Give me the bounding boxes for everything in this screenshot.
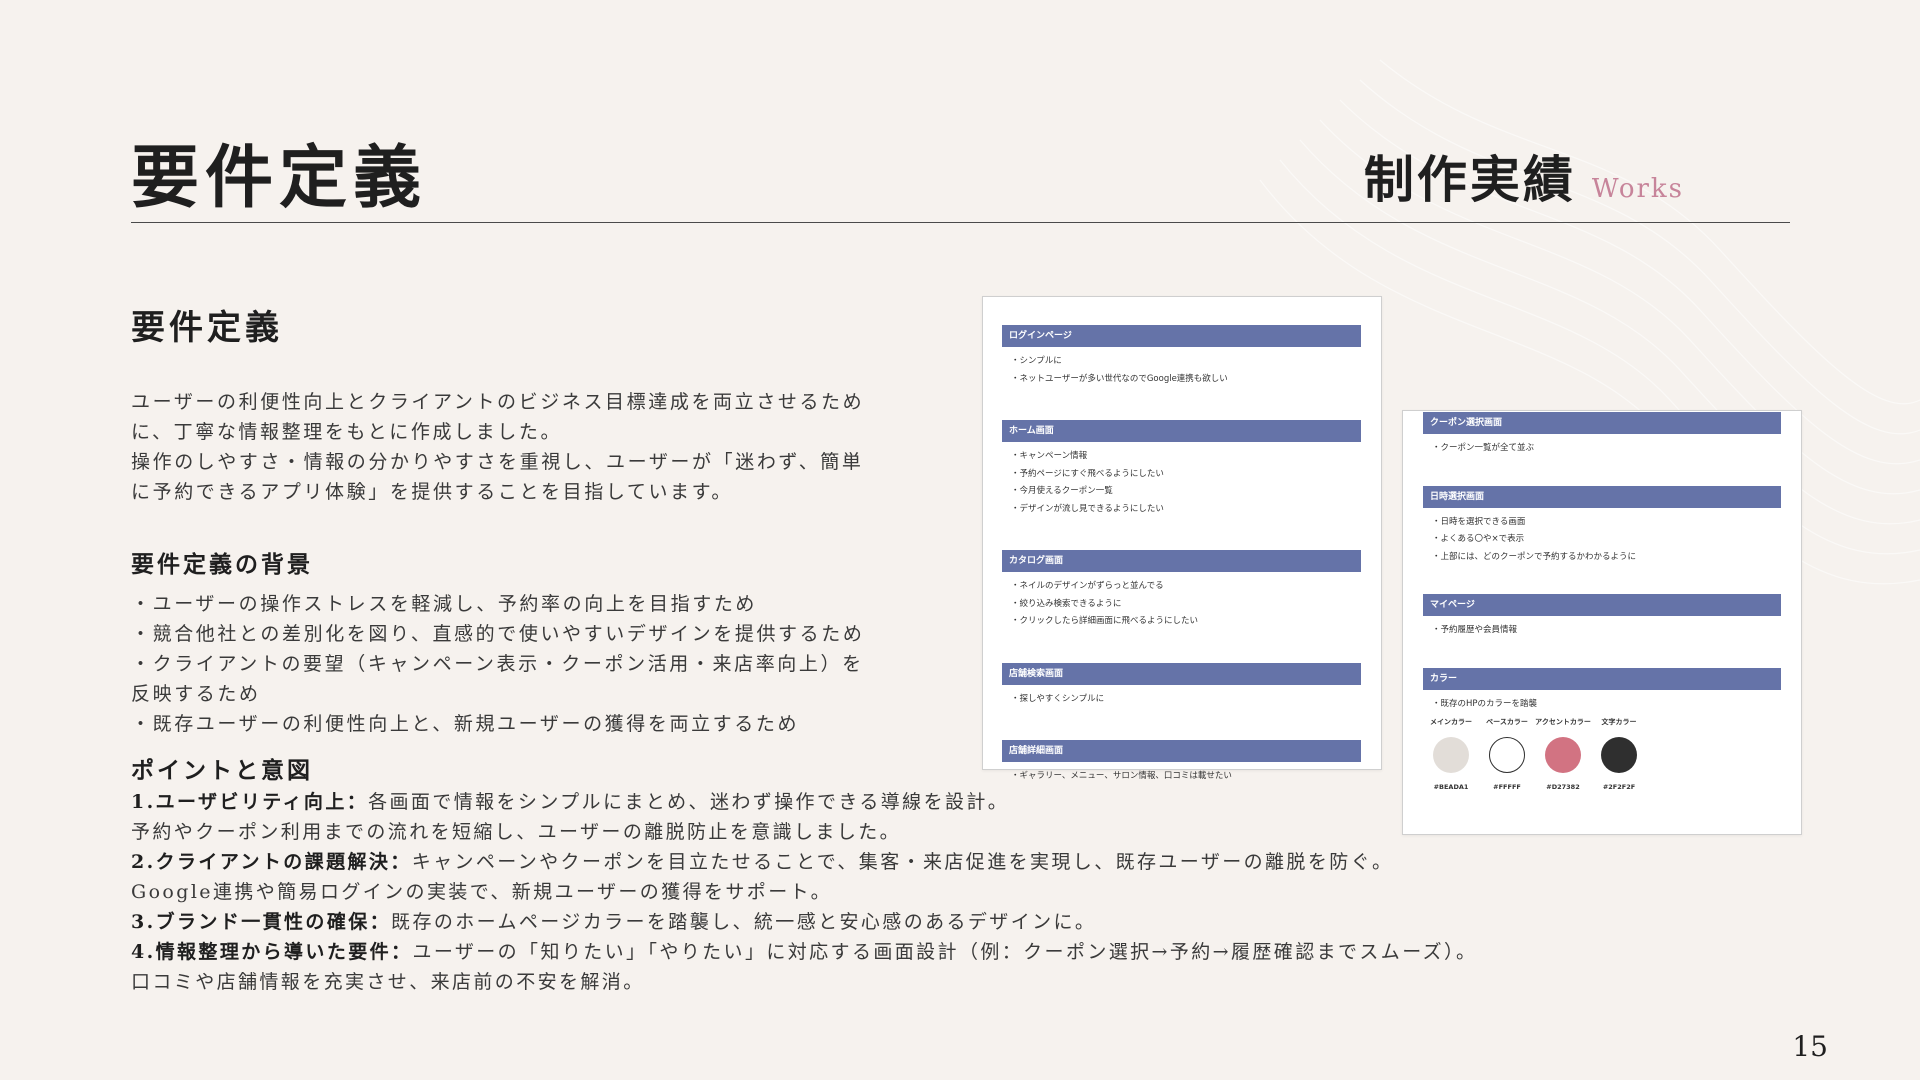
spec-item: ・よくある〇や×で表示 — [1432, 534, 1525, 544]
color-swatch: メインカラー #BEADA1 — [1430, 717, 1472, 791]
spec-item: ・予約履歴や会員情報 — [1432, 625, 1518, 635]
background-item: 反映するため — [131, 683, 261, 705]
swatch-label: アクセントカラー — [1535, 718, 1591, 726]
spec-section: 店舗検索画面 ・探しやすくシンプルに — [1002, 662, 1361, 709]
spec-item: ・絞り込み検索できるように — [1011, 598, 1122, 609]
color-swatch: ベースカラー #FFFFF — [1486, 717, 1528, 791]
section-tag: 制作実績 Works — [1364, 140, 1684, 212]
spec-item: ・上部には、どのクーポンで予約するかわかるように — [1432, 551, 1637, 562]
spec-item: ・今月使えるクーポン一覧 — [1011, 486, 1113, 496]
spec-section: 店舗詳細画面 ・ギャラリー、メニュー、サロン情報、口コミは載せたい — [1002, 740, 1361, 786]
spec-card-screens-colors: クーポン選択画面 ・クーポン一覧が全て並ぶ 日時選択画面 ・日時を選択できる画面… — [1402, 410, 1802, 835]
intro-paragraph: ユーザーの利便性向上とクライアントのビジネス目標達成を両立させるため に、丁寧な… — [131, 387, 891, 507]
swatch-hex: #D27382 — [1546, 783, 1580, 791]
color-swatches: メインカラー #BEADA1 ベースカラー #FFFFF アクセントカラー #D… — [1423, 717, 1781, 791]
swatch-label: メインカラー — [1430, 718, 1472, 726]
spec-section-title: 店舗検索画面 — [1002, 662, 1361, 685]
intro-line: に、丁寧な情報整理をもとに作成しました。 — [131, 421, 563, 443]
spec-section-title: カラー — [1423, 667, 1781, 690]
spec-item: ・ネイルのデザインがずらっと並んでる — [1011, 581, 1164, 591]
background-item: ・競合他社との差別化を図り、直感的で使いやすいデザインを提供するため — [131, 623, 865, 645]
swatch-dot — [1433, 737, 1469, 773]
point-line: 口コミや店舗情報を充実させ、来店前の不安を解消。 — [131, 971, 645, 993]
spec-section: クーポン選択画面 ・クーポン一覧が全て並ぶ — [1423, 412, 1781, 458]
background-item: ・クライアントの要望（キャンペーン表示・クーポン活用・来店率向上）を — [131, 653, 864, 675]
spec-item: ・ネットユーザーが多い世代なのでGoogle連携も欲しい — [1011, 373, 1228, 384]
swatch-dot — [1545, 737, 1581, 773]
spec-section-title: ホーム画面 — [1002, 420, 1361, 442]
spec-item: ・シンプルに — [1011, 356, 1062, 366]
spec-section: ホーム画面 ・キャンペーン情報 ・予約ページにすぐ飛べるようにしたい ・今月使え… — [1002, 420, 1361, 518]
background-heading: 要件定義の背景 — [131, 551, 313, 578]
intro-line: に予約できるアプリ体験」を提供することを目指しています。 — [131, 481, 733, 503]
intro-line: ユーザーの利便性向上とクライアントのビジネス目標達成を両立させるため — [131, 391, 865, 413]
swatch-label: 文字カラー — [1601, 718, 1637, 726]
page-number: 15 — [1792, 1030, 1828, 1063]
spec-section-title: 店舗詳細画面 — [1002, 740, 1361, 762]
requirements-text-column: 要件定義 ユーザーの利便性向上とクライアントのビジネス目標達成を両立させるため … — [131, 300, 891, 785]
background-item: ・既存ユーザーの利便性向上と、新規ユーザーの獲得を両立するため — [131, 713, 800, 735]
intro-line: 操作のしやすさ・情報の分かりやすさを重視し、ユーザーが「迷わず、簡単 — [131, 451, 864, 473]
section-heading: 要件定義 — [131, 308, 283, 348]
header-divider — [131, 222, 1790, 223]
swatch-dot — [1601, 737, 1637, 773]
section-title-en: Works — [1591, 174, 1684, 204]
spec-item: ・ギャラリー、メニュー、サロン情報、口コミは載せたい — [1011, 771, 1232, 781]
point-line: 3.ブランド一貫性の確保：既存のホームページカラーを踏襲し、統一感と安心感のある… — [131, 911, 1097, 933]
spec-item: ・キャンペーン情報 — [1011, 451, 1088, 461]
spec-item: ・探しやすくシンプルに — [1011, 693, 1105, 704]
page-title: 要件定義 — [131, 138, 428, 218]
section-title-jp: 制作実績 — [1363, 150, 1576, 209]
spec-item: ・日時を選択できる画面 — [1432, 516, 1526, 527]
background-item: ・ユーザーの操作ストレスを軽減し、予約率の向上を目指すため — [131, 593, 758, 615]
point-line: 4.情報整理から導いた要件：ユーザーの「知りたい」「やりたい」に対応する画面設計… — [131, 941, 1478, 963]
spec-section: マイページ ・予約履歴や会員情報 — [1423, 594, 1781, 640]
color-swatch: 文字カラー #2F2F2F — [1598, 717, 1640, 791]
spec-item: ・予約ページにすぐ飛べるようにしたい — [1011, 468, 1164, 479]
swatch-label: ベースカラー — [1486, 718, 1528, 726]
spec-section-title: 日時選択画面 — [1423, 485, 1781, 508]
spec-section: ログインページ ・シンプルに ・ネットユーザーが多い世代なのでGoogle連携も… — [1002, 325, 1361, 388]
spec-section-title: マイページ — [1423, 594, 1781, 616]
color-swatch: アクセントカラー #D27382 — [1535, 717, 1591, 791]
spec-item: ・デザインが流し見できるようにしたい — [1011, 503, 1164, 514]
spec-section-title: クーポン選択画面 — [1423, 412, 1781, 434]
spec-section: 日時選択画面 ・日時を選択できる画面 ・よくある〇や×で表示 ・上部には、どのク… — [1423, 485, 1781, 567]
swatch-hex: #BEADA1 — [1433, 783, 1469, 791]
swatch-dot — [1489, 737, 1525, 773]
spec-section-title: カタログ画面 — [1002, 550, 1361, 572]
swatch-hex: #2F2F2F — [1602, 783, 1636, 791]
spec-section-title: ログインページ — [1002, 325, 1361, 347]
swatch-hex: #FFFFF — [1493, 783, 1521, 791]
spec-item: ・クリックしたら詳細画面に飛べるようにしたい — [1011, 616, 1199, 626]
background-list: ・ユーザーの操作ストレスを軽減し、予約率の向上を目指すため ・競合他社との差別化… — [131, 589, 891, 739]
spec-card-screens: ログインページ ・シンプルに ・ネットユーザーが多い世代なのでGoogle連携も… — [982, 296, 1382, 781]
spec-section: カタログ画面 ・ネイルのデザインがずらっと並んでる ・絞り込み検索できるように … — [1002, 550, 1361, 631]
spec-section: カラー ・既存のHPのカラーを踏襲 メインカラー #BEADA1 ベースカラー … — [1423, 667, 1781, 791]
point-line: Google連携や簡易ログインの実装で、新規ユーザーの獲得をサポート。 — [131, 881, 833, 903]
spec-item: ・クーポン一覧が全て並ぶ — [1432, 443, 1535, 453]
spec-item: ・既存のHPのカラーを踏襲 — [1432, 698, 1538, 709]
points-heading: ポイントと意図 — [131, 757, 313, 784]
point-line: 2.クライアントの課題解決：キャンペーンやクーポンを目立たせることで、集客・来店… — [131, 851, 1394, 873]
